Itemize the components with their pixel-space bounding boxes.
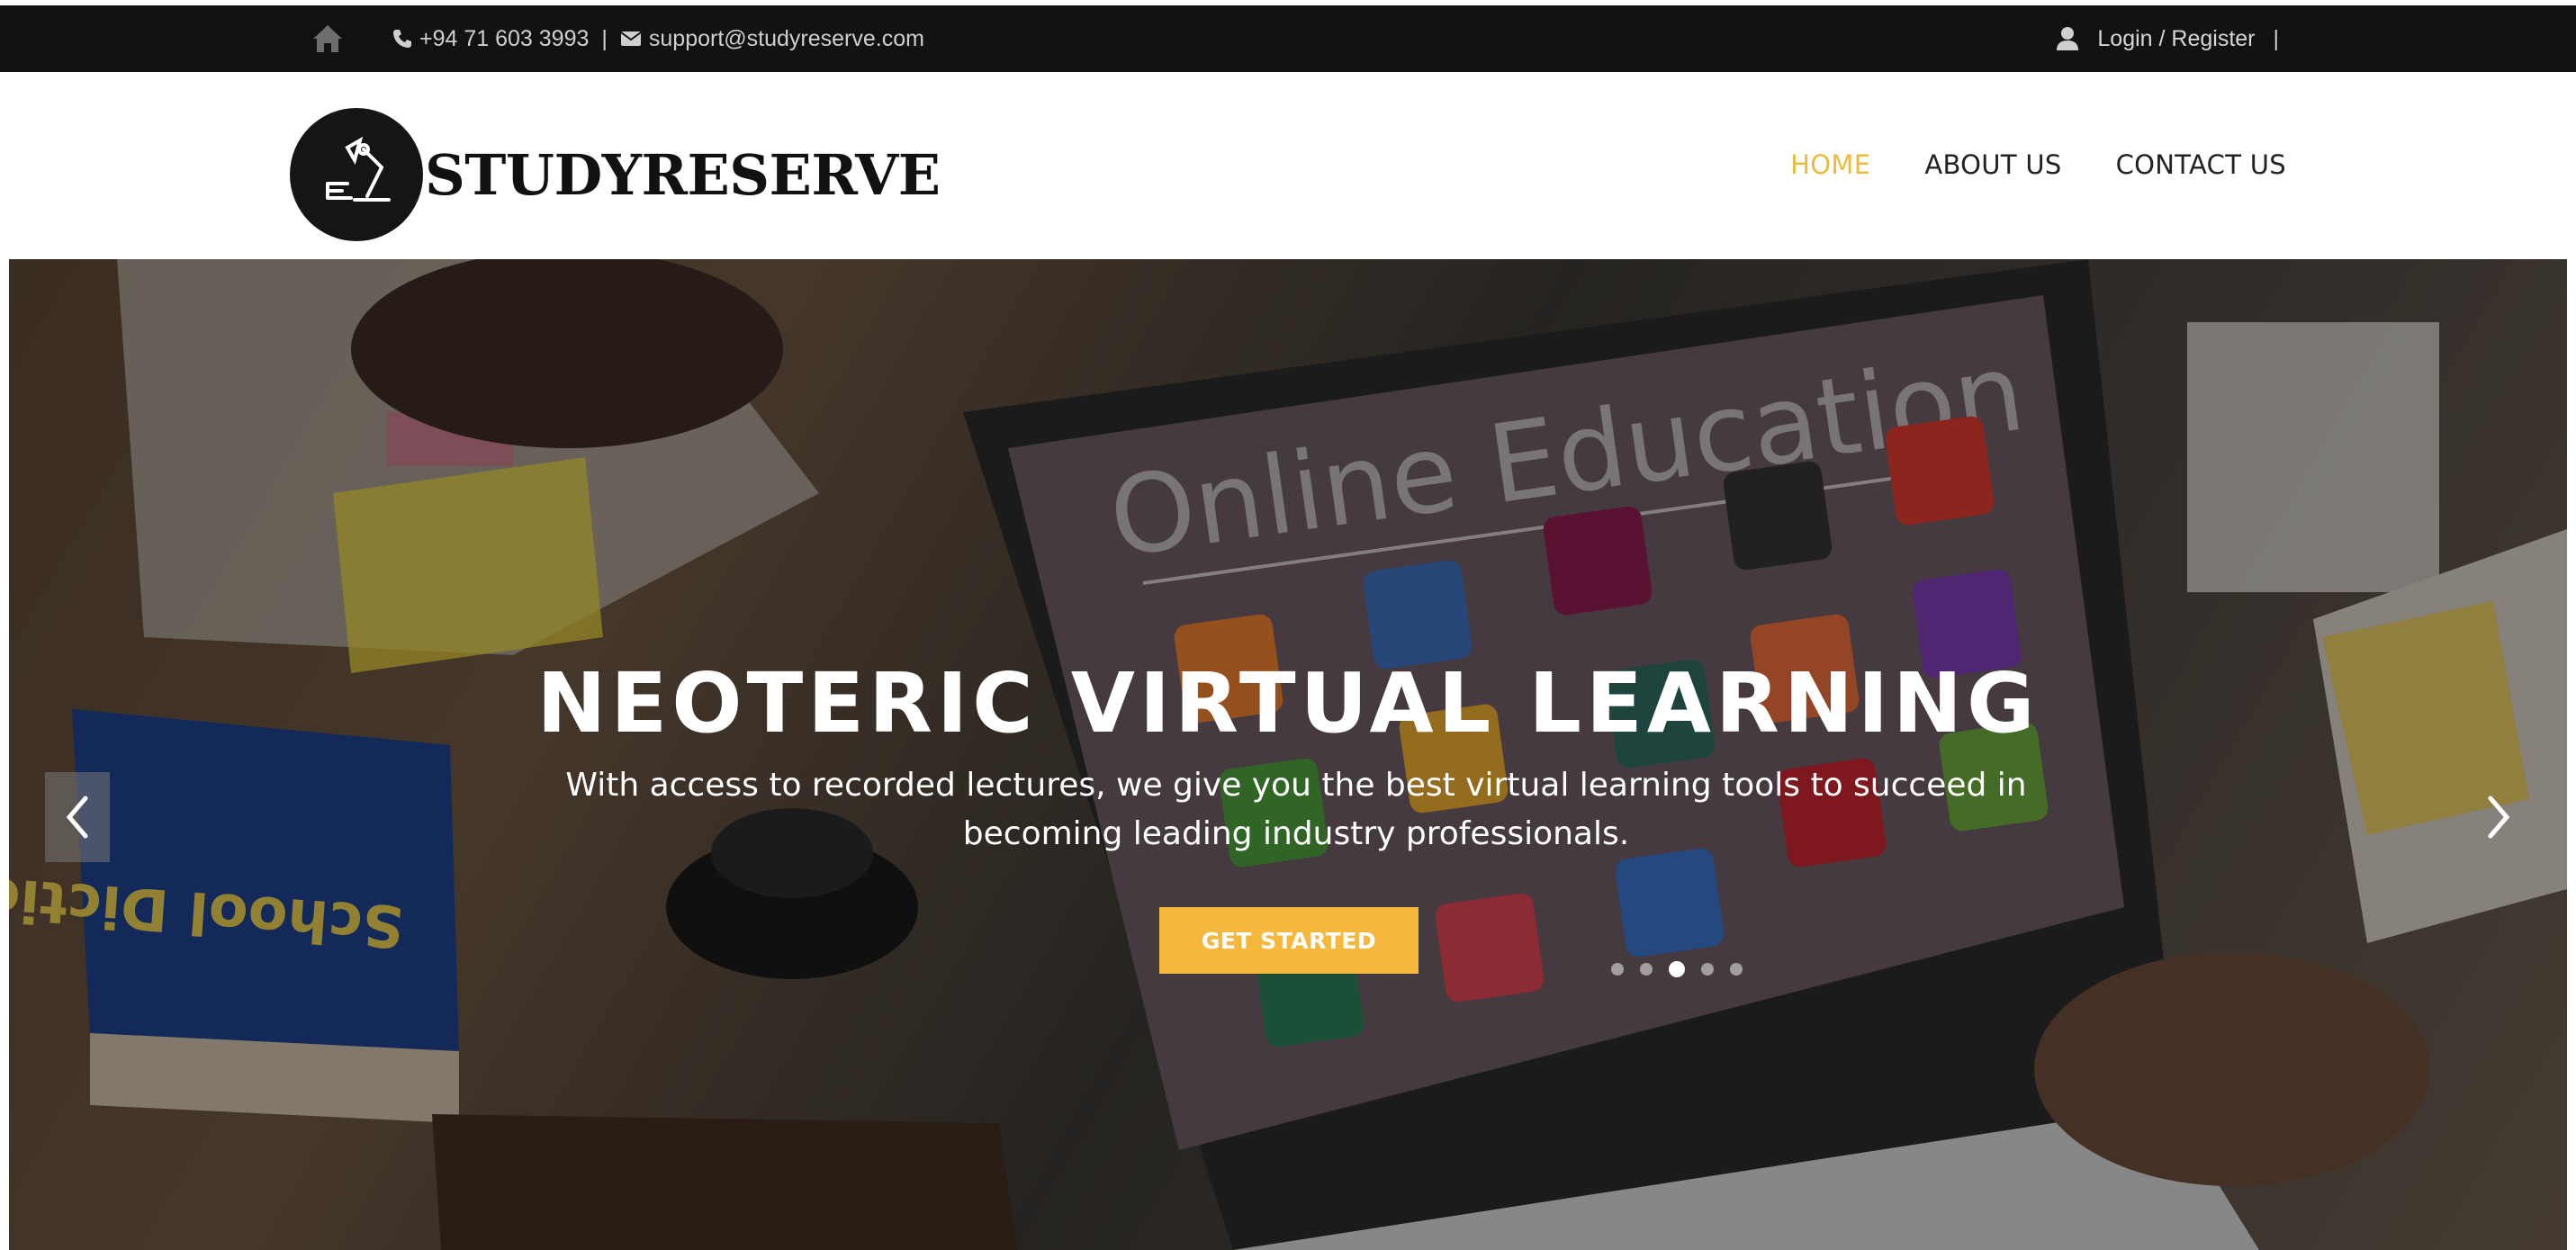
top-info-bar: +94 71 603 3993 | support@studyreserve.c… xyxy=(0,5,2576,72)
phone-icon xyxy=(393,30,411,48)
hero-title: NEOTERIC VIRTUAL LEARNING xyxy=(536,655,2040,751)
phone-contact[interactable]: +94 71 603 3993 xyxy=(392,26,589,52)
slider-dot[interactable] xyxy=(1701,963,1714,976)
email-address: support@studyreserve.com xyxy=(648,25,924,51)
slider-dot[interactable] xyxy=(1669,961,1685,977)
account-separator: | xyxy=(2273,25,2280,51)
slider-dots xyxy=(1611,961,1743,977)
nav-contact-us[interactable]: CONTACT US xyxy=(2116,149,2286,180)
site-header: STUDYRESERVE HOME ABOUT US CONTACT US xyxy=(0,72,2576,259)
chevron-right-icon xyxy=(2488,796,2510,839)
account-links: Login / Register | xyxy=(2056,5,2279,72)
slider-dot[interactable] xyxy=(1611,963,1624,976)
slider-dot[interactable] xyxy=(1730,963,1743,976)
get-started-button[interactable]: GET STARTED xyxy=(1159,907,1419,974)
slider-next-button[interactable] xyxy=(2466,772,2531,862)
login-register-link[interactable]: Login / Register xyxy=(2097,26,2255,52)
desk-lamp-logo-icon xyxy=(326,136,391,202)
main-nav: HOME ABOUT US CONTACT US xyxy=(1790,149,2286,180)
slider-dot[interactable] xyxy=(1640,963,1653,976)
phone-number: +94 71 603 3993 xyxy=(419,25,590,51)
slider-prev-button[interactable] xyxy=(45,772,110,862)
user-icon xyxy=(2057,27,2079,50)
hero-overlay xyxy=(9,259,2567,1250)
email-contact[interactable]: support@studyreserve.com xyxy=(620,26,924,52)
logo-emblem xyxy=(290,108,423,241)
contact-info: +94 71 603 3993 | support@studyreserve.c… xyxy=(311,5,924,72)
nav-home[interactable]: HOME xyxy=(1790,149,1870,180)
site-logo[interactable]: STUDYRESERVE xyxy=(290,108,941,241)
hero-slider: School Dictionary Online Education NEOTE… xyxy=(9,259,2567,1250)
envelope-icon xyxy=(620,31,642,46)
logo-text: STUDYRESERVE xyxy=(425,141,941,208)
hero-subtitle: With access to recorded lectures, we giv… xyxy=(565,767,2027,852)
topbar-separator: | xyxy=(601,25,608,51)
chevron-left-icon xyxy=(66,796,88,839)
home-icon[interactable] xyxy=(311,23,344,54)
nav-about-us[interactable]: ABOUT US xyxy=(1924,149,2061,180)
